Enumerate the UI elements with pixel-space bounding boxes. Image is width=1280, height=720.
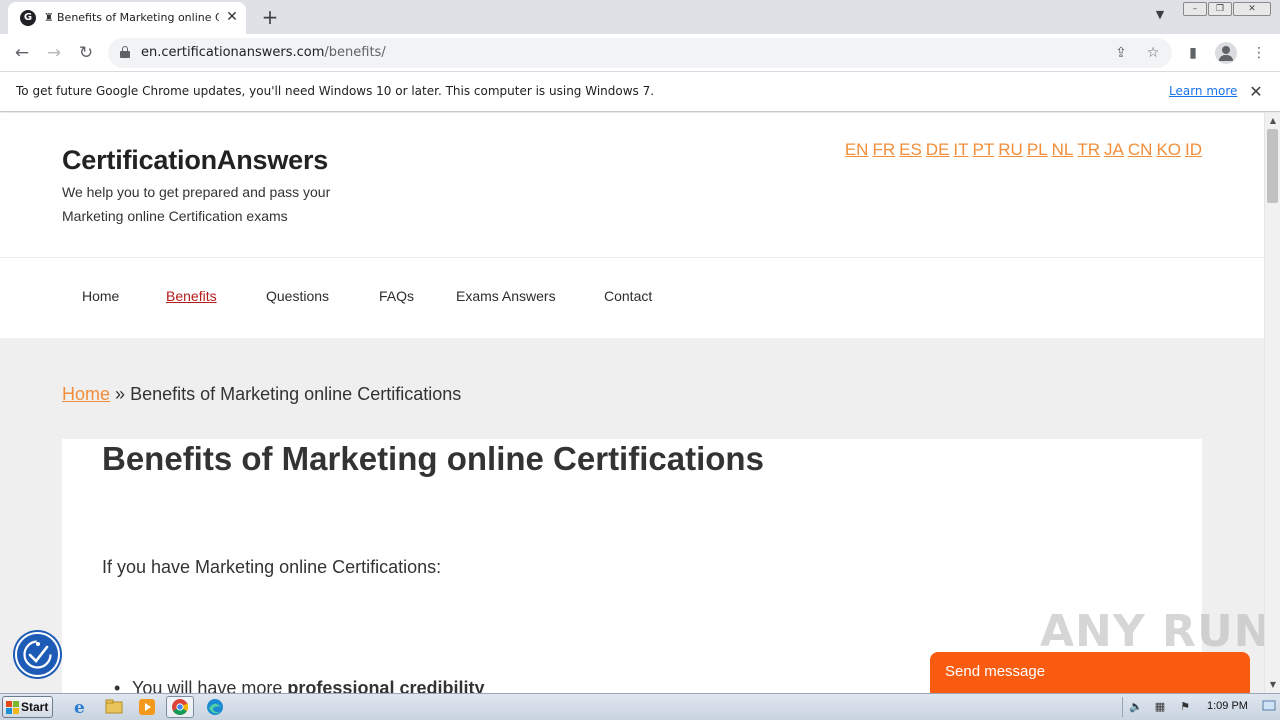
start-label: Start	[21, 700, 49, 714]
internet-explorer-icon[interactable]: e	[66, 696, 94, 718]
start-button[interactable]: Start	[2, 696, 53, 718]
site-favicon-icon: ♜	[44, 11, 54, 24]
media-player-icon[interactable]	[133, 696, 161, 718]
windows-flag-icon	[6, 701, 19, 714]
taskbar-clock[interactable]: 1:09 PM	[1207, 700, 1248, 712]
article-bullet-item: You will have more professional credibil…	[114, 678, 485, 693]
lock-icon[interactable]	[120, 46, 130, 58]
show-desktop-icon[interactable]	[1262, 697, 1276, 715]
send-message-chat-widget[interactable]: Send message	[930, 652, 1250, 693]
site-title[interactable]: CertificationAnswers	[62, 145, 328, 176]
page-scrollbar[interactable]: ▲ ▼	[1264, 113, 1280, 693]
tab-search-chevron-icon[interactable]: ▼	[1150, 8, 1170, 26]
back-arrow-icon[interactable]: ←	[10, 41, 34, 65]
url-path: /benefits/	[324, 45, 386, 60]
language-link-fr[interactable]: FR	[872, 140, 895, 159]
infobar-message: To get future Google Chrome updates, you…	[16, 84, 655, 98]
breadcrumb-current: Benefits of Marketing online Certificati…	[130, 384, 462, 404]
language-switcher: EN FR ES DE IT PT RU PL NL TR JA CN KO ID	[841, 140, 1202, 160]
learn-more-link[interactable]: Learn more	[1169, 84, 1237, 98]
nav-benefits[interactable]: Benefits	[166, 288, 217, 304]
windows-taskbar: Start e 🔈 ▦ ⚑ 1:09 PM	[0, 693, 1280, 720]
google-favicon-icon: G	[20, 10, 36, 26]
action-center-flag-icon[interactable]: ⚑	[1177, 699, 1193, 715]
language-link-pt[interactable]: PT	[973, 140, 995, 159]
restore-button[interactable]: ❐	[1208, 2, 1232, 16]
article-title: Benefits of Marketing online Certificati…	[102, 440, 764, 477]
nav-questions[interactable]: Questions	[266, 288, 329, 304]
address-bar[interactable]: en.certificationanswers.com/benefits/ ⇪ …	[108, 38, 1172, 68]
send-message-label: Send message	[945, 663, 1046, 680]
site-header: CertificationAnswers We help you to get …	[0, 113, 1264, 258]
profile-avatar-icon[interactable]	[1215, 42, 1237, 64]
scroll-up-arrow-icon[interactable]: ▲	[1265, 113, 1280, 129]
browser-tab[interactable]: G ♜ Benefits of Marketing online Certifi…	[8, 2, 246, 34]
svg-text:e: e	[74, 698, 85, 718]
scrollbar-thumb[interactable]	[1267, 129, 1278, 203]
tab-close-icon[interactable]: ✕	[224, 9, 240, 25]
anyrun-watermark: ANY RUN	[1040, 606, 1264, 657]
infobar-close-icon[interactable]: ✕	[1246, 82, 1266, 102]
tray-separator	[1122, 697, 1123, 717]
nav-home[interactable]: Home	[82, 288, 119, 304]
url-text[interactable]: en.certificationanswers.com/benefits/	[141, 45, 386, 60]
language-link-nl[interactable]: NL	[1052, 140, 1074, 159]
language-link-ru[interactable]: RU	[998, 140, 1023, 159]
reload-icon[interactable]: ↻	[74, 41, 98, 65]
browser-tab-strip: G ♜ Benefits of Marketing online Certifi…	[0, 0, 1280, 34]
nav-faqs[interactable]: FAQs	[379, 288, 414, 304]
forward-arrow-icon[interactable]: →	[42, 41, 66, 65]
site-tagline: We help you to get prepared and pass you…	[62, 184, 331, 224]
tab-title: Benefits of Marketing online Certificati…	[57, 11, 219, 24]
article-intro: If you have Marketing online Certificati…	[102, 557, 442, 577]
window-close-button[interactable]: ✕	[1233, 2, 1271, 16]
nav-contact[interactable]: Contact	[604, 288, 652, 304]
language-link-ja[interactable]: JA	[1104, 140, 1124, 159]
url-domain: en.certificationanswers.com	[141, 45, 325, 60]
file-explorer-icon[interactable]	[100, 696, 128, 718]
language-link-pl[interactable]: PL	[1027, 140, 1048, 159]
language-link-ko[interactable]: KO	[1156, 140, 1181, 159]
browser-toolbar: ← → ↻ en.certificationanswers.com/benefi…	[0, 34, 1280, 72]
language-link-de[interactable]: DE	[926, 140, 950, 159]
menu-kebab-icon[interactable]: ⋮	[1249, 43, 1269, 63]
language-link-es[interactable]: ES	[899, 140, 922, 159]
language-link-it[interactable]: IT	[953, 140, 968, 159]
language-link-en[interactable]: EN	[845, 140, 869, 159]
page-viewport: CertificationAnswers We help you to get …	[0, 113, 1264, 693]
share-icon[interactable]: ⇪	[1112, 44, 1130, 62]
breadcrumb-home-link[interactable]: Home	[62, 384, 110, 404]
side-panel-icon[interactable]: ▮	[1183, 43, 1203, 63]
bullet-bold-text: professional credibility	[287, 678, 485, 693]
accessibility-button[interactable]	[15, 632, 60, 677]
minimize-button[interactable]: –	[1183, 2, 1207, 16]
language-link-id[interactable]: ID	[1185, 140, 1202, 159]
network-icon[interactable]: ▦	[1152, 699, 1168, 715]
breadcrumb: Home » Benefits of Marketing online Cert…	[62, 384, 461, 405]
new-tab-plus-icon[interactable]: +	[258, 5, 282, 29]
accessibility-check-icon	[23, 640, 52, 669]
bookmark-star-icon[interactable]: ☆	[1144, 44, 1162, 62]
chrome-taskbar-icon[interactable]	[166, 696, 194, 718]
breadcrumb-separator: »	[115, 384, 126, 404]
scroll-down-arrow-icon[interactable]: ▼	[1265, 677, 1280, 693]
update-infobar: To get future Google Chrome updates, you…	[0, 72, 1280, 112]
main-navigation: Home Benefits Questions FAQs Exams Answe…	[0, 258, 1264, 338]
edge-icon[interactable]	[201, 696, 229, 718]
nav-exams-answers[interactable]: Exams Answers	[456, 288, 556, 304]
volume-icon[interactable]: 🔈	[1128, 699, 1144, 715]
language-link-tr[interactable]: TR	[1077, 140, 1100, 159]
language-link-cn[interactable]: CN	[1128, 140, 1153, 159]
bullet-text: You will have more	[132, 678, 288, 693]
